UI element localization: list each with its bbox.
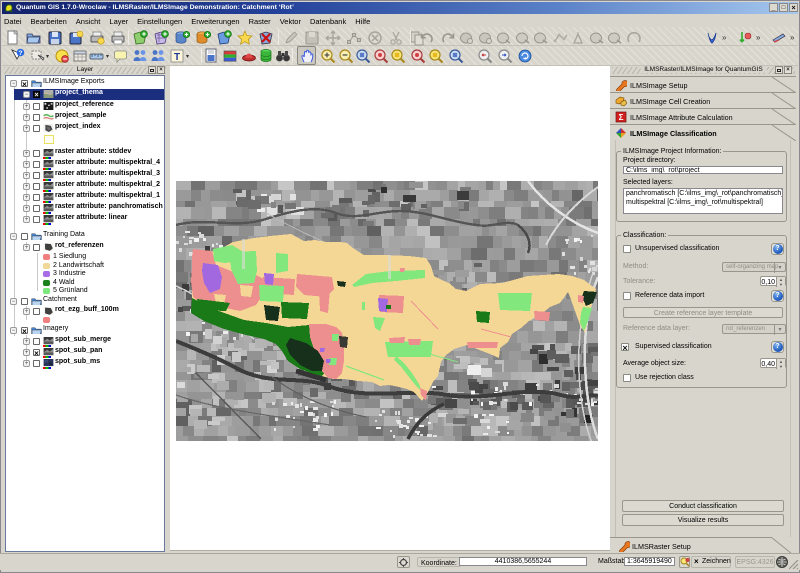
svg-text:Σ: Σ <box>619 113 624 122</box>
svg-text:?: ? <box>19 50 23 57</box>
svg-text:T: T <box>174 52 180 63</box>
